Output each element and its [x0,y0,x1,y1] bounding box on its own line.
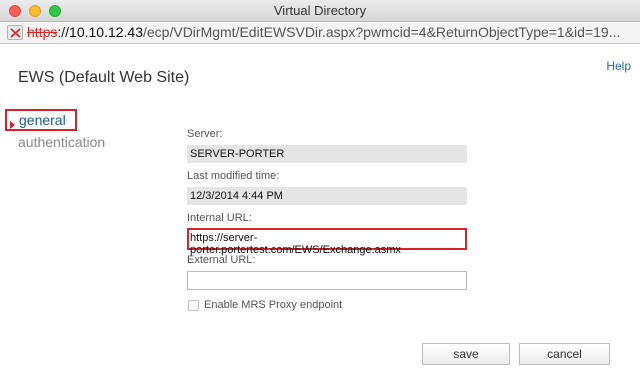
last-modified-value: 12/3/2014 4:44 PM [187,187,467,205]
address-separator: :// [57,24,70,40]
help-link[interactable]: Help [606,59,631,73]
address-bar[interactable]: https://10.10.12.43/ecp/VDirMgmt/EditEWS… [0,22,640,44]
address-url[interactable]: https://10.10.12.43/ecp/VDirMgmt/EditEWS… [27,24,620,40]
last-modified-label: Last modified time: [187,170,280,182]
mrs-proxy-label[interactable]: Enable MRS Proxy endpoint [204,299,342,311]
nav-item-authentication[interactable]: authentication [18,134,105,150]
server-label: Server: [187,128,223,140]
page-title: EWS (Default Web Site) [18,69,190,86]
internal-url-input[interactable]: https://server-porter.portertest.com/EWS… [187,228,467,256]
address-path: /ecp/VDirMgmt/EditEWSVDir.aspx?pwmcid=4&… [143,24,621,40]
cancel-button[interactable]: cancel [519,343,610,365]
nav-item-general[interactable]: general [5,109,77,131]
internal-url-label: Internal URL: [187,212,252,224]
save-button[interactable]: save [422,343,510,365]
server-value: SERVER-PORTER [187,145,467,163]
mrs-proxy-checkbox[interactable] [188,300,199,311]
window-titlebar: Virtual Directory [0,0,640,22]
broken-lock-icon[interactable] [7,25,23,40]
window-title: Virtual Directory [273,3,367,18]
caret-right-icon [10,116,15,134]
address-host: 10.10.12.43 [69,24,143,40]
address-scheme: https [27,24,58,40]
nav-item-label: general [19,112,66,128]
external-url-label: External URL: [187,254,256,266]
external-url-input[interactable] [187,271,467,290]
